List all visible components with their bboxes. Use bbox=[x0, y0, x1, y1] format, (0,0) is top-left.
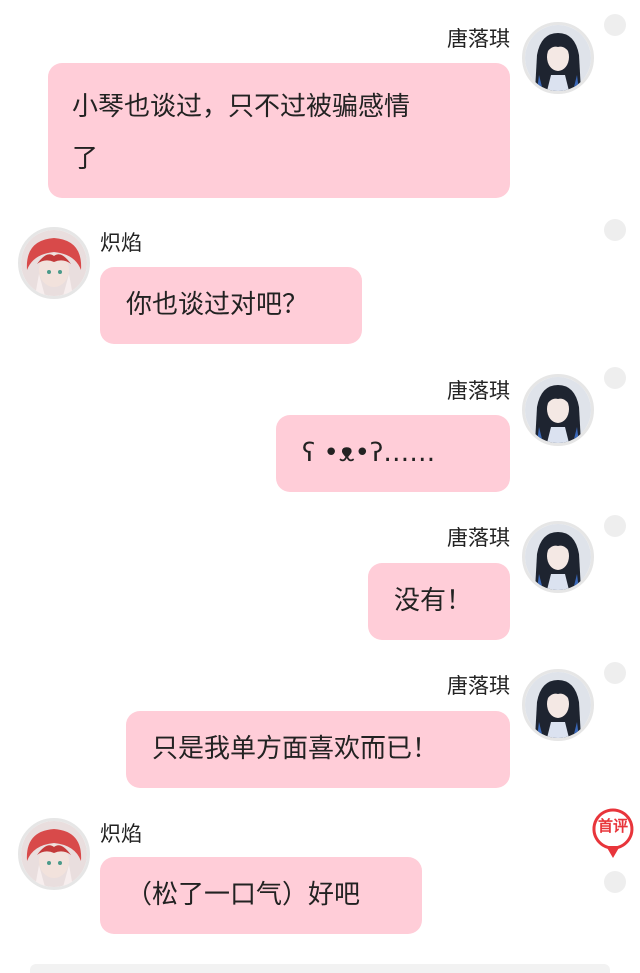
girl-dark-hair-avatar[interactable] bbox=[522, 22, 594, 94]
boy-red-hair-avatar[interactable] bbox=[18, 227, 90, 299]
sender-name: 炽焰 bbox=[100, 231, 142, 255]
message-bubble: 没有！ bbox=[368, 563, 510, 640]
girl-dark-hair-avatar[interactable] bbox=[522, 669, 594, 741]
girl-dark-hair-avatar[interactable] bbox=[522, 521, 594, 593]
message-line: 没有！ bbox=[394, 586, 473, 616]
more-dot-icon[interactable] bbox=[604, 662, 626, 684]
sender-name: 唐落琪 bbox=[447, 526, 510, 550]
message-bubble: 你也谈过对吧？ bbox=[100, 267, 362, 344]
more-dot-icon[interactable] bbox=[604, 219, 626, 241]
sender-name: 炽焰 bbox=[100, 822, 142, 846]
sender-name: 唐落琪 bbox=[447, 379, 510, 403]
message-line: 你也谈过对吧？ bbox=[126, 290, 309, 320]
first-comment-badge[interactable]: 首评 bbox=[590, 808, 636, 860]
sender-name: 唐落琪 bbox=[447, 27, 510, 51]
message-line: ʕ •ᴥ•ʔ…… bbox=[302, 438, 436, 468]
message-line: 小琴也谈过，只不过被骗感情 bbox=[72, 92, 411, 122]
message-line: 了 bbox=[72, 144, 99, 174]
sender-name: 唐落琪 bbox=[447, 674, 510, 698]
boy-red-hair-avatar[interactable] bbox=[18, 818, 90, 890]
message-bubble: ʕ •ᴥ•ʔ…… bbox=[276, 415, 510, 492]
message-bubble: 只是我单方面喜欢而已！ bbox=[126, 711, 510, 788]
bottom-card-edge bbox=[30, 964, 610, 973]
more-dot-icon[interactable] bbox=[604, 367, 626, 389]
first-comment-label: 首评 bbox=[597, 817, 628, 835]
more-dot-icon[interactable] bbox=[604, 14, 626, 36]
message-bubble: （松了一口气）好吧 bbox=[100, 857, 422, 934]
message-line: （松了一口气）好吧 bbox=[126, 880, 361, 910]
message-bubble: 小琴也谈过，只不过被骗感情 了 bbox=[48, 63, 510, 198]
more-dot-icon[interactable] bbox=[604, 515, 626, 537]
girl-dark-hair-avatar[interactable] bbox=[522, 374, 594, 446]
message-line: 只是我单方面喜欢而已！ bbox=[152, 734, 439, 764]
more-dot-icon[interactable] bbox=[604, 871, 626, 893]
